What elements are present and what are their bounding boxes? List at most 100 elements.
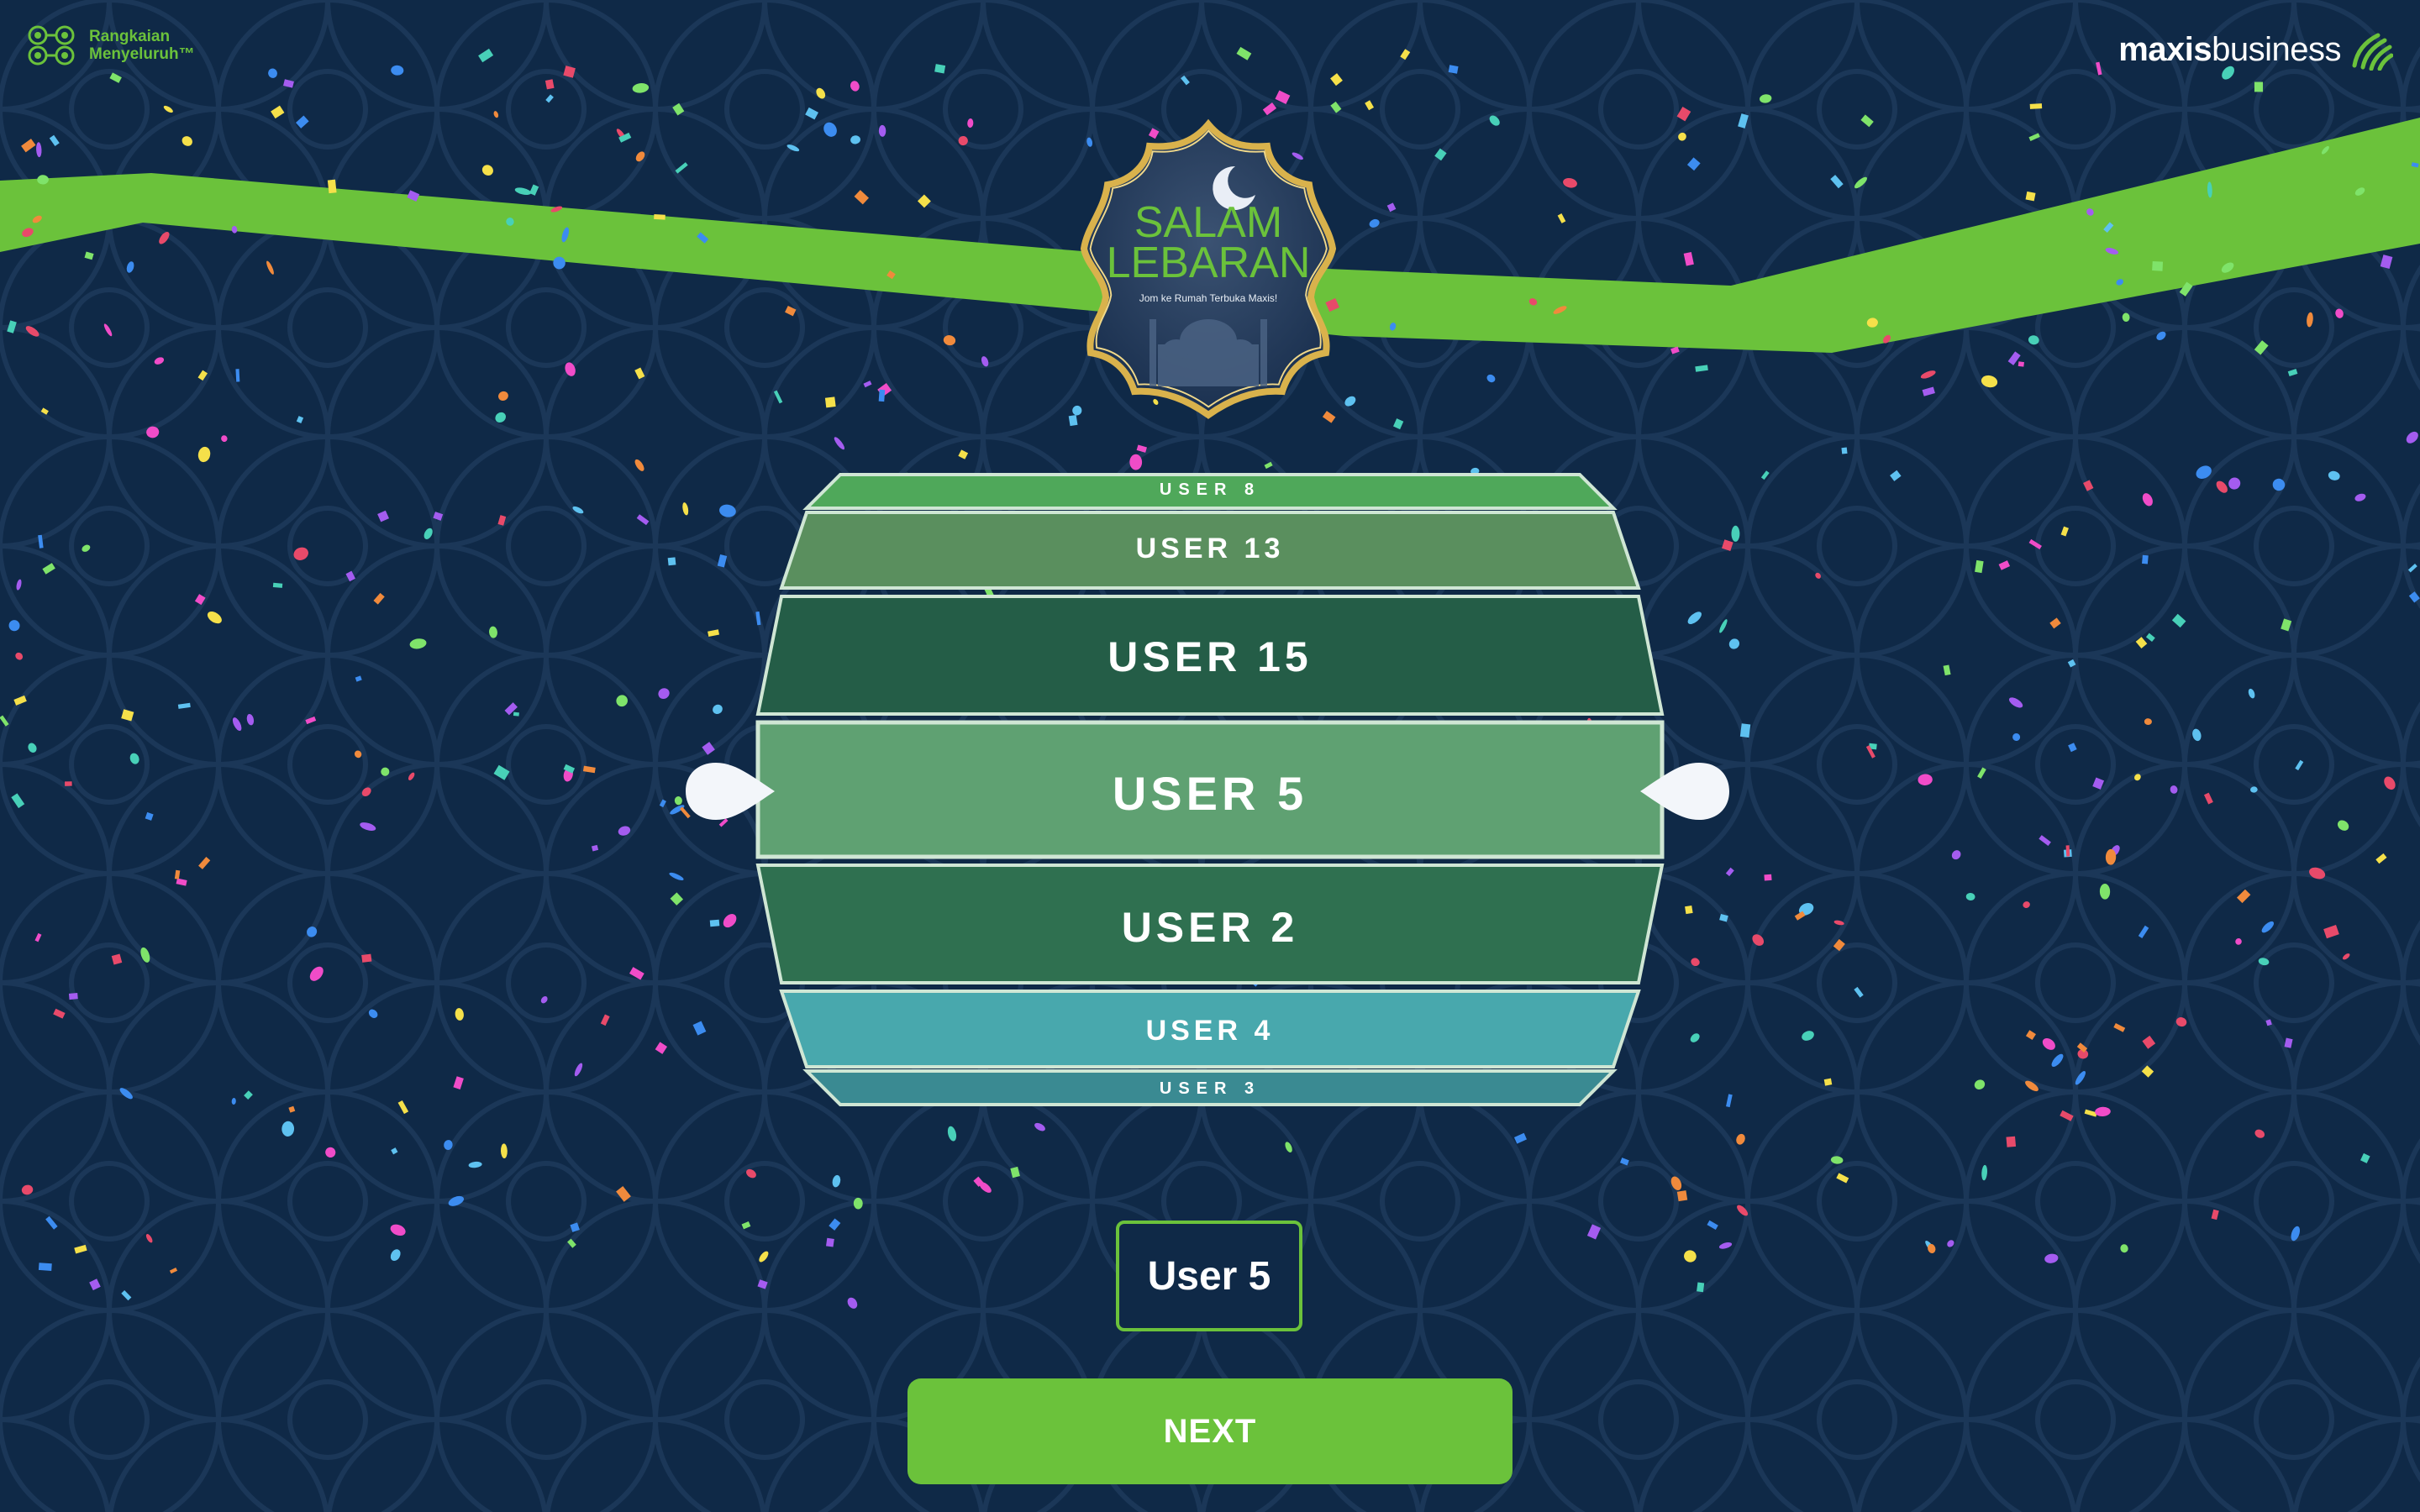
confetti-piece xyxy=(1739,723,1751,738)
confetti-piece xyxy=(1719,619,1728,633)
confetti-piece xyxy=(1034,1122,1045,1131)
confetti-piece xyxy=(2375,853,2387,864)
confetti-piece xyxy=(697,232,709,244)
confetti-piece xyxy=(850,135,860,144)
confetti-piece xyxy=(232,717,242,732)
wheel-entry: USER 8 xyxy=(1159,480,1261,499)
confetti-piece xyxy=(21,1184,34,1195)
confetti-piece xyxy=(1890,470,1902,481)
confetti-piece xyxy=(424,528,433,539)
confetti-piece xyxy=(943,335,956,346)
confetti-piece xyxy=(38,1263,52,1271)
confetti-piece xyxy=(1129,454,1143,470)
confetti-piece xyxy=(15,652,24,660)
confetti-piece xyxy=(391,65,404,76)
confetti-piece xyxy=(2211,1209,2219,1221)
next-button[interactable]: NEXT xyxy=(908,1378,1512,1484)
confetti-piece xyxy=(1833,920,1844,926)
confetti-piece xyxy=(121,709,134,722)
confetti-piece xyxy=(32,215,42,223)
confetti-piece xyxy=(198,856,211,869)
confetti-piece xyxy=(74,1244,87,1254)
confetti-piece xyxy=(2075,1071,2086,1085)
confetti-piece xyxy=(1764,874,1772,881)
confetti-piece xyxy=(692,1021,707,1036)
badge-title-line2: LEBARAN xyxy=(1106,239,1311,287)
confetti-piece xyxy=(2228,477,2241,490)
confetti-piece xyxy=(1725,867,1734,877)
confetti-piece xyxy=(2156,331,2166,341)
confetti-piece xyxy=(293,547,308,560)
confetti-piece xyxy=(145,811,154,821)
confetti-piece xyxy=(917,194,931,208)
confetti-piece xyxy=(1236,46,1252,60)
confetti-piece xyxy=(540,995,548,1004)
salam-lebaran-badge: SALAM LEBARAN Jom ke Rumah Terbuka Maxis… xyxy=(1077,118,1339,420)
confetti-piece xyxy=(702,742,715,755)
brand-right-bold: maxis xyxy=(2118,30,2212,68)
confetti-piece xyxy=(140,947,150,963)
confetti-piece xyxy=(591,844,599,852)
confetti-piece xyxy=(1695,365,1708,372)
confetti-piece xyxy=(468,1161,482,1168)
name-wheel[interactable]: USER 8 USER 13 USER 15 USER 5 USER 2 USE… xyxy=(748,470,1672,1117)
confetti-piece xyxy=(498,391,508,401)
confetti-piece xyxy=(2342,953,2350,960)
confetti-piece xyxy=(1802,1031,1814,1041)
confetti-piece xyxy=(1722,539,1733,551)
confetti-piece xyxy=(1981,375,1998,388)
confetti-piece xyxy=(7,320,17,333)
confetti-piece xyxy=(408,772,415,780)
confetti-piece xyxy=(1068,414,1078,427)
confetti-piece xyxy=(958,449,969,459)
confetti-piece xyxy=(2028,335,2039,345)
confetti-piece xyxy=(1557,213,1566,223)
confetti-piece xyxy=(489,626,497,638)
wheel-pointer-left-icon xyxy=(686,763,775,820)
confetti-piece xyxy=(2171,613,2186,628)
confetti-piece xyxy=(746,1168,756,1179)
confetti-piece xyxy=(2095,1106,2111,1117)
confetti-piece xyxy=(682,502,689,516)
confetti-piece xyxy=(391,1147,398,1155)
confetti-piece xyxy=(618,826,631,836)
confetti-piece xyxy=(2135,637,2148,649)
confetti-piece xyxy=(2254,340,2269,355)
confetti-piece xyxy=(634,367,645,380)
confetti-piece xyxy=(2113,1022,2126,1032)
confetti-piece xyxy=(2051,1053,2064,1067)
confetti-piece xyxy=(570,1222,580,1232)
confetti-piece xyxy=(1676,1190,1688,1202)
confetti-piece xyxy=(272,582,283,588)
confetti-piece xyxy=(1975,559,1984,574)
confetti-piece xyxy=(853,1197,863,1210)
confetti-piece xyxy=(981,356,989,367)
confetti-piece xyxy=(616,1186,631,1202)
wheel-entry-selected: USER 5 xyxy=(1112,767,1308,820)
confetti-piece xyxy=(847,1297,858,1309)
confetti-piece xyxy=(481,165,493,176)
confetti-piece xyxy=(2309,867,2326,879)
confetti-piece xyxy=(2028,133,2040,141)
confetti-piece xyxy=(354,750,362,759)
confetti-piece xyxy=(1670,346,1680,354)
confetti-piece xyxy=(1344,396,1356,407)
confetti-piece xyxy=(1977,767,1986,779)
wheel-pointer-right-icon xyxy=(1640,763,1729,820)
confetti-piece xyxy=(717,554,728,568)
confetti-piece xyxy=(1943,664,1951,676)
confetti-piece xyxy=(545,94,554,103)
confetti-piece xyxy=(1275,90,1291,104)
confetti-piece xyxy=(1974,1079,1986,1090)
confetti-piece xyxy=(281,1121,295,1137)
confetti-piece xyxy=(1434,148,1447,161)
confetti-piece xyxy=(2321,145,2329,155)
confetti-piece xyxy=(670,892,684,906)
confetti-piece xyxy=(42,563,55,575)
brand-left-line2: Menyeluruh™ xyxy=(89,45,195,63)
confetti-piece xyxy=(2235,938,2242,945)
confetti-piece xyxy=(1860,114,1874,128)
confetti-piece xyxy=(1619,1158,1629,1166)
confetti-piece xyxy=(878,389,886,402)
confetti-piece xyxy=(2291,1226,2301,1242)
